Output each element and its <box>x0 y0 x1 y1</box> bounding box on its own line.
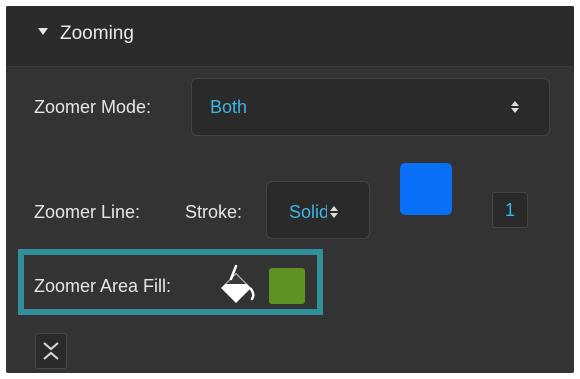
collapse-icon <box>40 340 62 362</box>
highlight-frame <box>18 249 323 315</box>
line-color-swatch[interactable] <box>400 163 452 215</box>
select-arrows-icon <box>330 206 338 218</box>
caret-down-icon[interactable] <box>38 28 48 35</box>
zooming-panel: Zooming Zoomer Mode: Both Zoomer Line: S… <box>6 6 574 373</box>
zoomer-mode-value: Both <box>210 97 248 117</box>
collapse-button[interactable] <box>35 333 67 369</box>
section-title: Zooming <box>60 23 134 44</box>
zooming-section-header[interactable]: Zooming <box>6 6 574 67</box>
line-width-value: 1 <box>504 200 515 220</box>
zoomer-mode-select[interactable]: Both <box>191 78 550 136</box>
select-arrows-icon <box>511 101 519 113</box>
zoomer-mode-label: Zoomer Mode: <box>34 97 152 117</box>
zoomer-line-label: Zoomer Line: <box>34 202 141 222</box>
stroke-style-value: Solid <box>289 202 330 222</box>
stroke-style-select[interactable]: Solid <box>266 181 370 239</box>
stroke-label: Stroke: <box>185 202 243 222</box>
line-width-input[interactable]: 1 <box>492 192 528 228</box>
